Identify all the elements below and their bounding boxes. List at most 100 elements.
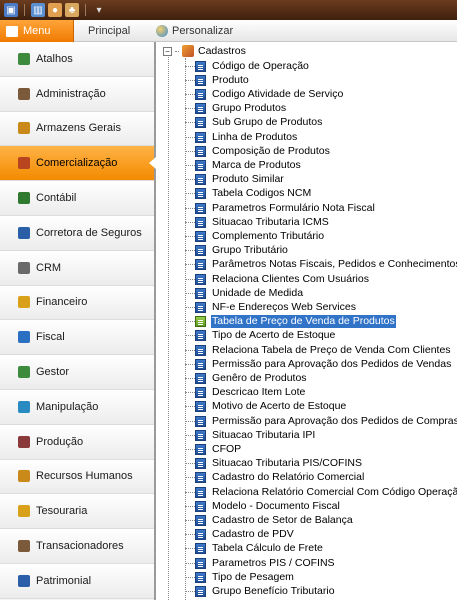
tab-personalizar[interactable]: Personalizar (156, 20, 233, 42)
nav-item-crm[interactable]: CRM (0, 250, 154, 286)
building-icon[interactable]: ▥ (31, 3, 45, 17)
tree-node[interactable]: Descricao Item Lote (185, 386, 306, 400)
tree-node[interactable]: Produto Similar (185, 173, 285, 187)
tree-node[interactable]: Permissão para Aprovação dos Pedidos de … (185, 357, 452, 371)
nav-item-gestor[interactable]: Gestor (0, 355, 154, 390)
form-icon (195, 543, 206, 555)
nav-item-transacionadores[interactable]: Transacionadores (0, 529, 154, 564)
tree-node[interactable]: Tabela de Preço de Venda de Produtos (185, 315, 396, 329)
nav-item-armazens-gerais[interactable]: Armazens Gerais (0, 111, 154, 147)
tree-connector (185, 505, 195, 507)
patrimony-icon (18, 574, 30, 587)
tree-node[interactable]: Grupo Tributário (185, 244, 289, 258)
menu-button[interactable]: Menu (0, 20, 74, 42)
tree-node[interactable]: Situacao Tributaria ICMS (185, 215, 330, 229)
tree-node[interactable]: Parametros Formulário Nota Fiscal (185, 201, 376, 215)
tree-node[interactable]: Relaciona Tabela de Preço de Venda Com C… (185, 343, 452, 357)
tree-connector (185, 235, 195, 237)
tree-node[interactable]: Permissão para Aprovação dos Pedidos de … (185, 414, 457, 428)
nav-item-financeiro[interactable]: Financeiro (0, 285, 154, 321)
tree-node[interactable]: Cadastro de PDV (185, 528, 295, 542)
tree-node[interactable]: Produto (185, 73, 250, 87)
chevron-down-icon[interactable]: ▾ (92, 3, 106, 17)
nav-item-label: Atalhos (36, 52, 73, 65)
tree-connector (185, 590, 195, 592)
tree-node[interactable]: Marca de Produtos (185, 158, 302, 172)
tree-connector (185, 434, 195, 436)
tree-node[interactable]: Tipo de Acerto de Estoque (185, 329, 336, 343)
nav-item-corretora-de-seguros[interactable]: Corretora de Seguros (0, 216, 154, 251)
users-folder-icon (182, 45, 194, 57)
collapse-toggle[interactable]: − (163, 46, 172, 56)
tree-node[interactable]: Cadastro do Relatório Comercial (185, 471, 365, 485)
tree-node[interactable]: Unidade de Medida (185, 286, 304, 300)
nav-item-cont-bil[interactable]: Contábil (0, 181, 154, 216)
form-icon (195, 60, 206, 72)
tree-connector (185, 278, 195, 280)
tree-node[interactable]: Código de Operação (185, 59, 310, 73)
nav-item-atalhos[interactable]: Atalhos (0, 42, 154, 77)
insurance-icon (18, 226, 30, 239)
tree-connector (185, 420, 195, 422)
form-icon (195, 401, 206, 413)
manipulation-icon (18, 400, 30, 413)
tree-node[interactable]: Composição de Produtos (185, 144, 331, 158)
tree-node-label: Modelo - Documento Fiscal (212, 499, 340, 512)
tree-node[interactable]: Modelo - Documento Fiscal (185, 499, 341, 513)
form-icon (195, 514, 206, 526)
tree-node[interactable]: Linha de Produtos (185, 130, 298, 144)
tree-connector (185, 292, 195, 294)
tab-label: Principal (88, 25, 131, 37)
form-icon (195, 330, 206, 342)
form-icon (195, 571, 206, 583)
tree-node[interactable]: Complemento Tributário (185, 229, 325, 243)
tree-node-label: Unidade de Medida (212, 286, 304, 299)
tree-node[interactable]: Tabela Codigos NCM (185, 187, 312, 201)
tab-principal[interactable]: Principal (88, 20, 130, 42)
tree-node[interactable]: Tipo de Pesagem (185, 570, 295, 584)
tree-node-label: Genêro de Produtos (212, 371, 307, 384)
quick-access-toolbar: ▣ ▥ ● ♣ ▾ (0, 0, 457, 20)
tree-root-label: Cadastros (198, 44, 246, 57)
nav-item-produ-o[interactable]: Produção (0, 424, 154, 460)
tree-node-label: CFOP (212, 442, 242, 455)
tree-node[interactable]: Parametros PIS / COFINS (185, 556, 336, 570)
tree-node[interactable]: Motivo de Acerto de Estoque (185, 400, 347, 414)
tree-node[interactable]: Relaciona Clientes Com Usuários (185, 272, 370, 286)
users-icon[interactable]: ♣ (65, 3, 79, 17)
tree-node[interactable]: Relaciona Relatório Comercial Com Código… (185, 485, 457, 499)
form-icon (195, 486, 206, 498)
tree-node[interactable]: Codigo Atividade de Serviço (185, 87, 344, 101)
tree-node[interactable]: Parâmetros Notas Fiscais, Pedidos e Conh… (185, 258, 457, 272)
nav-item-administra-o[interactable]: Administração (0, 76, 154, 112)
nav-item-tesouraria[interactable]: Tesouraria (0, 494, 154, 530)
form-icon (195, 103, 206, 115)
nav-item-patrimonial[interactable]: Patrimonial (0, 564, 154, 599)
form-icon (195, 159, 206, 171)
app-icon[interactable]: ▣ (4, 3, 18, 17)
tree-node[interactable]: Situacao Tributaria PIS/COFINS (185, 457, 363, 471)
user-icon[interactable]: ● (48, 3, 62, 17)
tree-node[interactable]: Cadastro de Setor de Balança (185, 513, 354, 527)
nav-item-label: Fiscal (36, 331, 65, 344)
tree-node[interactable]: NF-e Endereços Web Services (185, 300, 357, 314)
form-icon (195, 372, 206, 384)
tree-node-label: Codigo Atividade de Serviço (212, 87, 344, 100)
tree-node[interactable]: Genêro de Produtos (185, 371, 308, 385)
form-icon (195, 387, 206, 399)
tree-node-label: Tabela Codigos NCM (212, 187, 312, 200)
tree-node[interactable]: CFOP (185, 442, 242, 456)
ribbon-tabs: Menu Principal Personalizar (0, 20, 457, 42)
tree-node[interactable]: Grupo Benefício Tributario (185, 584, 336, 598)
form-icon (195, 472, 206, 484)
nav-item-comercializa-o[interactable]: Comercialização (0, 146, 156, 182)
nav-item-fiscal[interactable]: Fiscal (0, 320, 154, 356)
tree-root[interactable]: − Cadastros (163, 44, 247, 58)
nav-item-recursos-humanos[interactable]: Recursos Humanos (0, 459, 154, 495)
tree-node[interactable]: Sub Grupo de Produtos (185, 116, 323, 130)
tree-node[interactable]: Grupo Produtos (185, 102, 287, 116)
tree-node[interactable]: Tabela Cálculo de Frete (185, 542, 324, 556)
tree-node[interactable]: Situacao Tributaria IPI (185, 428, 316, 442)
nav-item-manipula-o[interactable]: Manipulação (0, 390, 154, 425)
tree-node-label: Grupo Benefício Tributario (212, 584, 335, 597)
